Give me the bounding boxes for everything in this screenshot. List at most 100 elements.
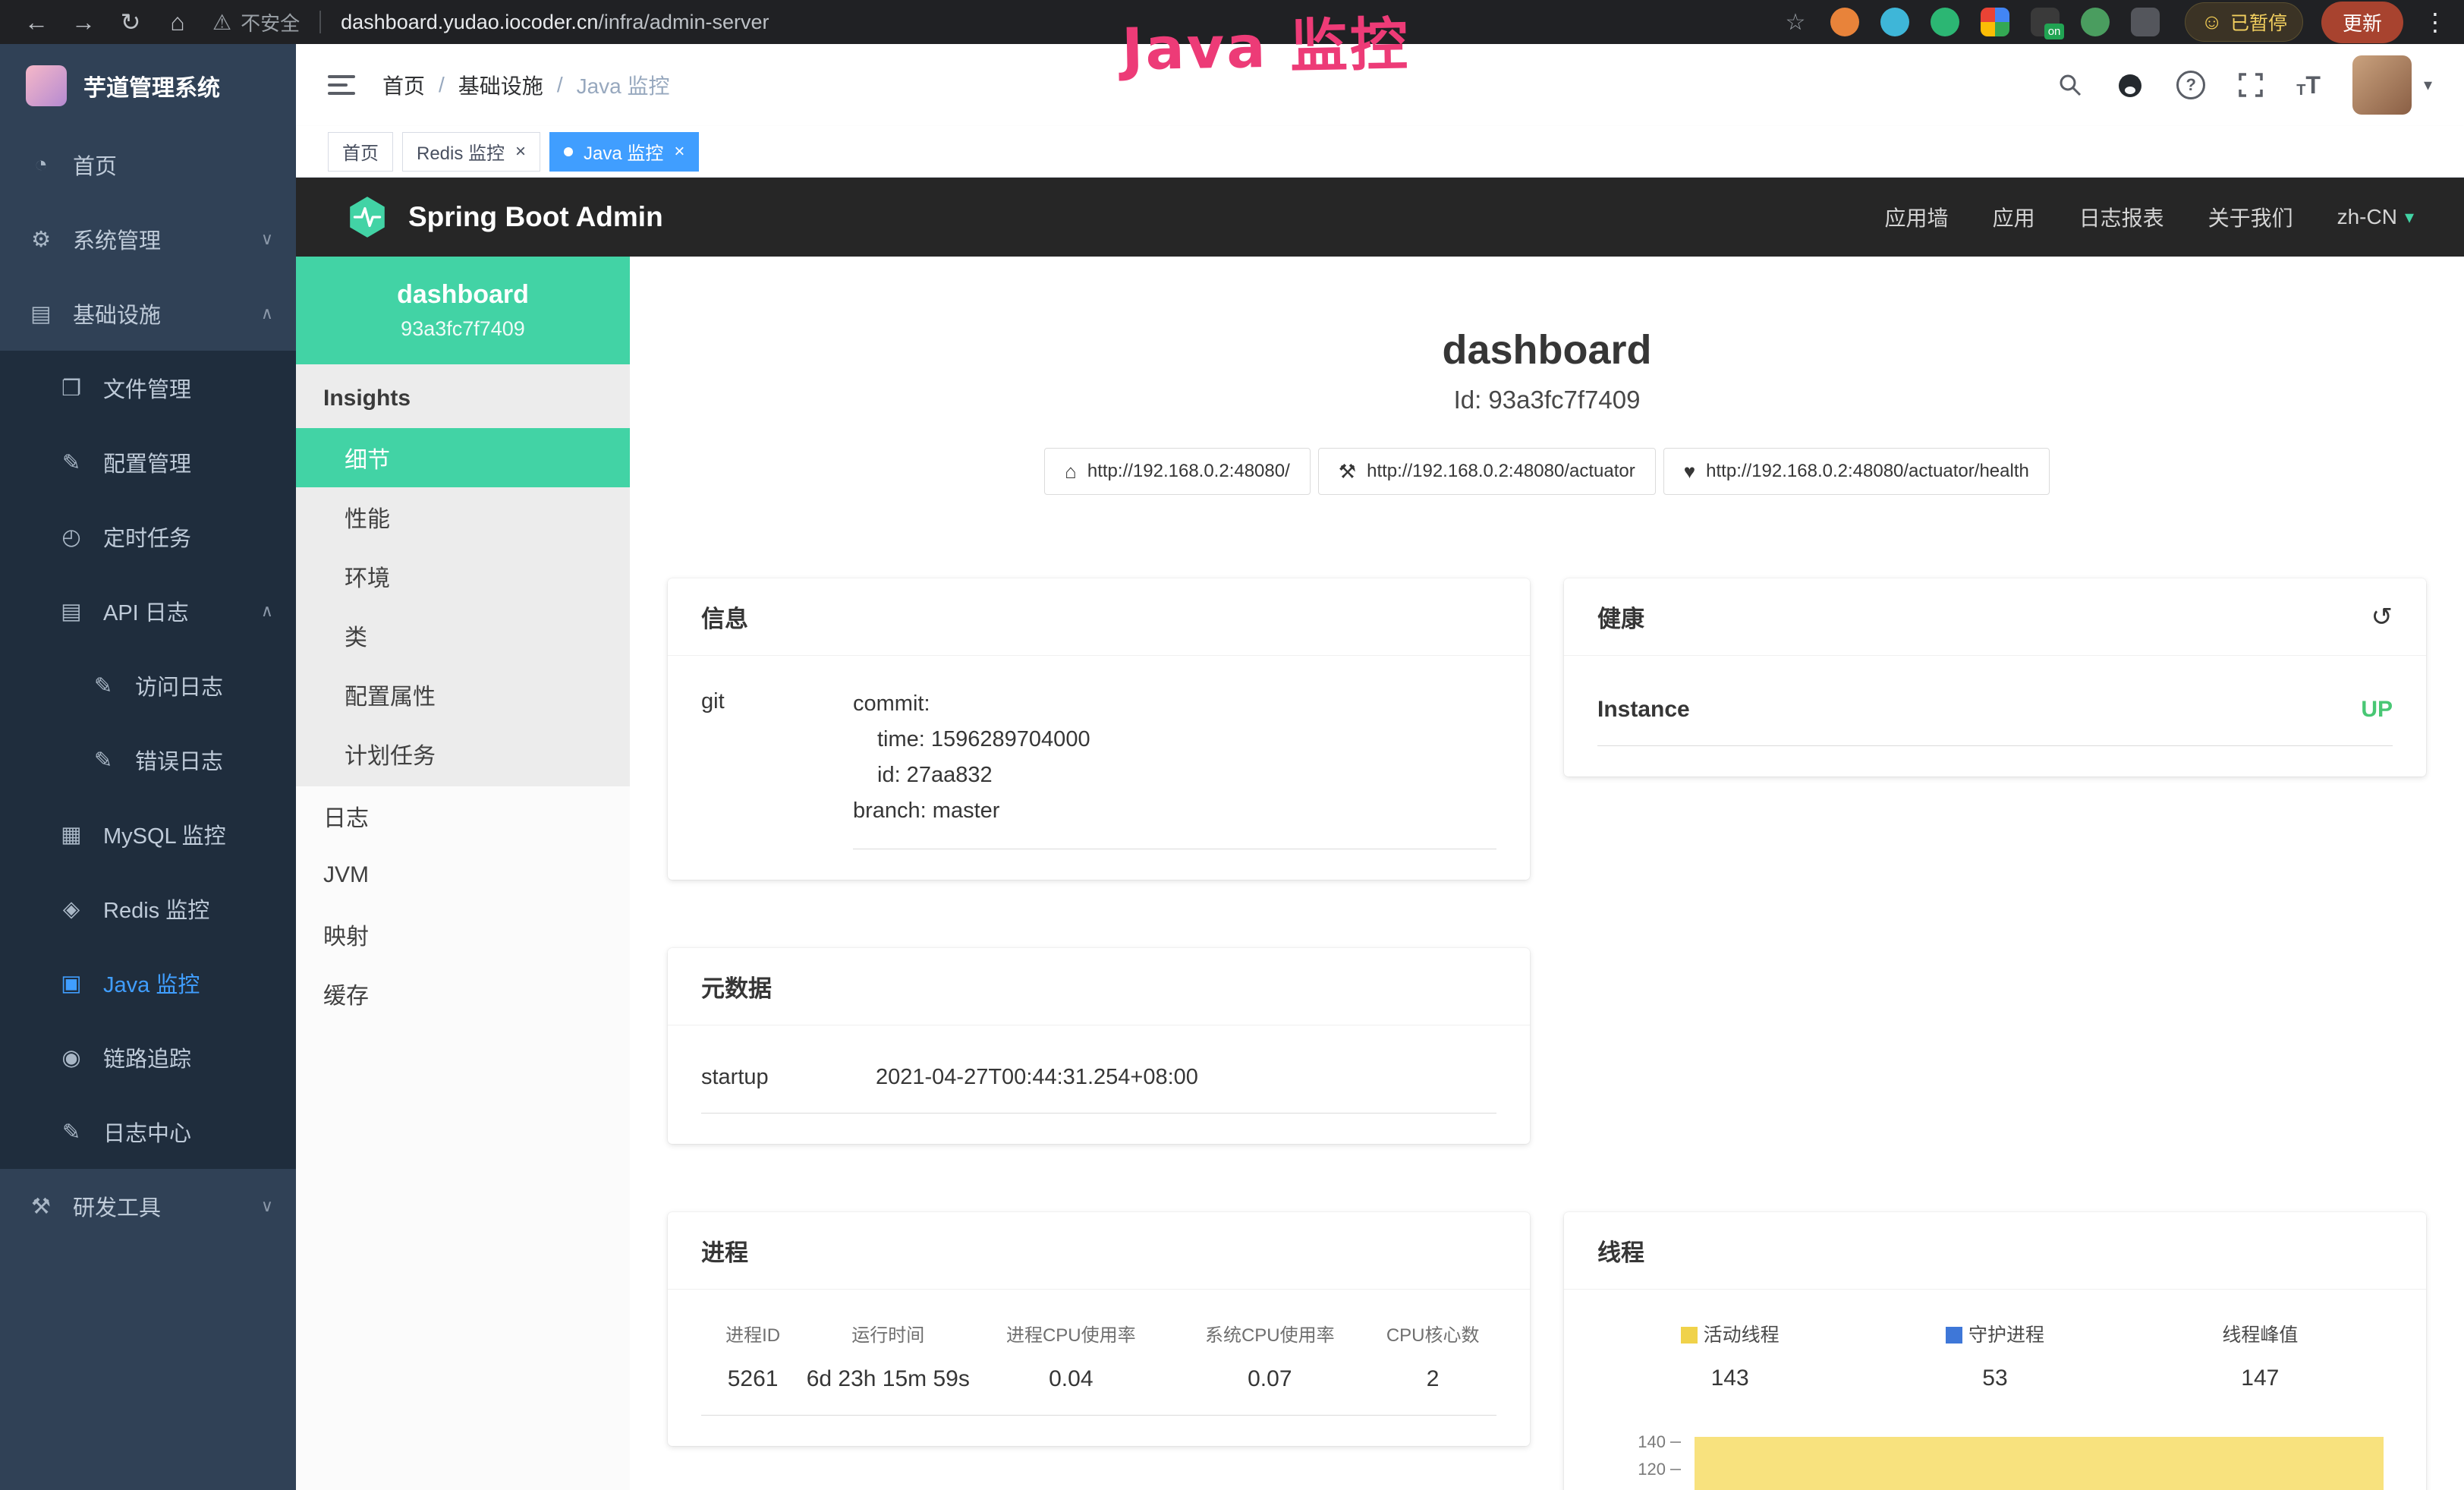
security-chip[interactable]: ⚠ 不安全: [212, 8, 300, 36]
process-card-body: 进程ID 运行时间 进程CPU使用率 系统CPU使用率 CPU核心数 5261 …: [668, 1290, 1530, 1446]
extension-icon-3[interactable]: [1931, 8, 1959, 36]
profile-paused-badge[interactable]: ☺ 已暂停: [2185, 2, 2303, 42]
legend-peak: 线程峰值: [2128, 1320, 2393, 1347]
history-icon[interactable]: ↺: [2371, 602, 2393, 632]
breadcrumb-item[interactable]: 基础设施: [458, 70, 543, 100]
card-title: 元数据: [701, 969, 772, 1003]
sba-header: Spring Boot Admin 应用墙 应用 日志报表 关于我们 zh-CN…: [296, 178, 2464, 257]
chrome-update-button[interactable]: 更新: [2321, 2, 2403, 43]
sidebar-item-label: 定时任务: [103, 521, 191, 553]
annotation-text: Java 监控: [1121, 0, 1411, 86]
app-logo[interactable]: 芋道管理系统: [0, 44, 296, 128]
sba-item-mappings[interactable]: 映射: [296, 905, 630, 964]
sidebar-item-redis[interactable]: ◈ Redis 监控: [0, 871, 296, 946]
help-icon[interactable]: ?: [2176, 71, 2205, 99]
extensions-puzzle-icon[interactable]: [2131, 8, 2160, 36]
smiley-icon: ☺: [2201, 10, 2223, 34]
sidebar-item-tracing[interactable]: ◉ 链路追踪: [0, 1020, 296, 1095]
extension-icon-1[interactable]: [1830, 8, 1859, 36]
sidebar-item-mysql[interactable]: ▦ MySQL 监控: [0, 797, 296, 871]
sba-language-select[interactable]: zh-CN ▾: [2337, 205, 2414, 229]
tab-java-monitor[interactable]: Java 监控 ×: [549, 132, 699, 172]
caret-down-icon[interactable]: ▾: [2424, 75, 2432, 95]
font-size-icon[interactable]: TT: [2296, 71, 2321, 99]
tab-redis-monitor[interactable]: Redis 监控 ×: [402, 132, 540, 172]
health-card-body: Instance UP: [1564, 656, 2426, 777]
hamburger-icon[interactable]: [328, 74, 355, 96]
trace-icon: ◉: [58, 1044, 85, 1071]
health-card-header: 健康 ↺: [1564, 578, 2426, 656]
threads-legend: 活动线程 守护进程 线程峰值: [1597, 1320, 2393, 1347]
extension-icon-4[interactable]: [1981, 8, 2009, 36]
tab-home[interactable]: 首页: [328, 132, 393, 172]
sba-item-details[interactable]: 细节: [296, 428, 630, 487]
sidebar-item-label: 访问日志: [135, 669, 223, 701]
sidebar-item-files[interactable]: ❐ 文件管理: [0, 351, 296, 425]
metadata-key: startup: [701, 1065, 876, 1090]
close-icon[interactable]: ×: [515, 141, 526, 162]
sidebar-item-config[interactable]: ✎ 配置管理: [0, 425, 296, 499]
health-url-button[interactable]: ♥ http://192.168.0.2:48080/actuator/heal…: [1663, 448, 2050, 495]
sba-item-logs[interactable]: 日志: [296, 786, 630, 846]
sba-instance-block[interactable]: dashboard 93a3fc7f7409: [296, 257, 630, 364]
process-table-values: 5261 6d 23h 15m 59s 0.04 0.07 2: [701, 1366, 1496, 1416]
sba-item-jvm[interactable]: JVM: [296, 846, 630, 905]
close-icon[interactable]: ×: [674, 141, 684, 162]
back-icon[interactable]: ←: [17, 8, 56, 36]
process-card-header: 进程: [668, 1212, 1530, 1290]
peak-threads-value: 147: [2128, 1366, 2393, 1391]
service-url-button[interactable]: ⌂ http://192.168.0.2:48080/: [1044, 448, 1311, 495]
fullscreen-icon[interactable]: [2237, 71, 2264, 99]
sba-item-environment[interactable]: 环境: [296, 547, 630, 606]
home-icon[interactable]: ⌂: [158, 8, 197, 36]
process-cpu: 0.04: [971, 1366, 1170, 1392]
sidebar-item-dev-tools[interactable]: ⚒ 研发工具 ∨: [0, 1169, 296, 1243]
forward-icon[interactable]: →: [64, 8, 103, 36]
sba-nav-journal[interactable]: 日志报表: [2079, 202, 2164, 232]
clock-icon: ◴: [58, 524, 85, 550]
sba-item-scheduled-tasks[interactable]: 计划任务: [296, 724, 630, 783]
metadata-row: startup 2021-04-27T00:44:31.254+08:00: [701, 1056, 1496, 1114]
bookmark-star-icon[interactable]: ☆: [1785, 9, 1805, 36]
breadcrumb-item[interactable]: 首页: [382, 70, 425, 100]
sba-bottom-items: 日志 JVM 映射 缓存: [296, 786, 630, 1023]
extension-icon-2[interactable]: [1880, 8, 1909, 36]
github-icon[interactable]: [2116, 71, 2145, 99]
sidebar-item-api-log[interactable]: ▤ API 日志 ∧: [0, 574, 296, 648]
address-bar[interactable]: dashboard.yudao.iocoder.cn/infra/admin-s…: [341, 11, 769, 34]
search-icon[interactable]: [2056, 71, 2084, 99]
sba-item-config-props[interactable]: 配置属性: [296, 665, 630, 724]
sba-body: dashboard 93a3fc7f7409 Insights 细节 性能 环境…: [296, 257, 2464, 1490]
extension-icon-switchy[interactable]: on: [2031, 8, 2060, 36]
sidebar-item-java-monitor[interactable]: ▣ Java 监控: [0, 946, 296, 1020]
health-instance-row[interactable]: Instance UP: [1597, 686, 2393, 746]
sba-brand[interactable]: Spring Boot Admin: [346, 195, 663, 239]
chevron-down-icon: ∨: [261, 1196, 273, 1216]
user-avatar[interactable]: [2352, 55, 2412, 115]
legend-yellow-swatch: [1681, 1327, 1698, 1344]
dashboard-icon: ◔: [27, 153, 55, 178]
breadcrumb-item-current: Java 监控: [577, 70, 670, 100]
sidebar-item-log-center[interactable]: ✎ 日志中心: [0, 1095, 296, 1169]
sba-nav-applications[interactable]: 应用: [1993, 202, 2035, 232]
browser-menu-icon[interactable]: ⋮: [2423, 8, 2447, 36]
sidebar-item-home[interactable]: ◔ 首页: [0, 128, 296, 202]
doc-icon: ✎: [90, 747, 117, 773]
reload-icon[interactable]: ↻: [111, 8, 150, 36]
sidebar-item-jobs[interactable]: ◴ 定时任务: [0, 499, 296, 574]
card-title: 进程: [701, 1233, 748, 1268]
sidebar-item-system[interactable]: ⚙ 系统管理 ∨: [0, 202, 296, 276]
extension-icon-leaf[interactable]: [2081, 8, 2110, 36]
sba-nav-wallboard[interactable]: 应用墙: [1885, 202, 1949, 232]
sba-item-classes[interactable]: 类: [296, 606, 630, 665]
tags-view-bar: 首页 Redis 监控 × Java 监控 ×: [296, 126, 2464, 178]
actuator-url-button[interactable]: ⚒ http://192.168.0.2:48080/actuator: [1318, 448, 1656, 495]
sidebar-item-label: 链路追踪: [103, 1041, 191, 1073]
sidebar-item-error-log[interactable]: ✎ 错误日志: [0, 723, 296, 797]
sidebar-item-infra[interactable]: ▤ 基础设施 ∧: [0, 276, 296, 351]
sba-item-caches[interactable]: 缓存: [296, 964, 630, 1023]
info-card: 信息 git commit: time: 1596289704000 id: 2…: [668, 578, 1530, 880]
sba-item-metrics[interactable]: 性能: [296, 487, 630, 547]
sidebar-item-access-log[interactable]: ✎ 访问日志: [0, 648, 296, 723]
sba-nav-about[interactable]: 关于我们: [2208, 202, 2293, 232]
